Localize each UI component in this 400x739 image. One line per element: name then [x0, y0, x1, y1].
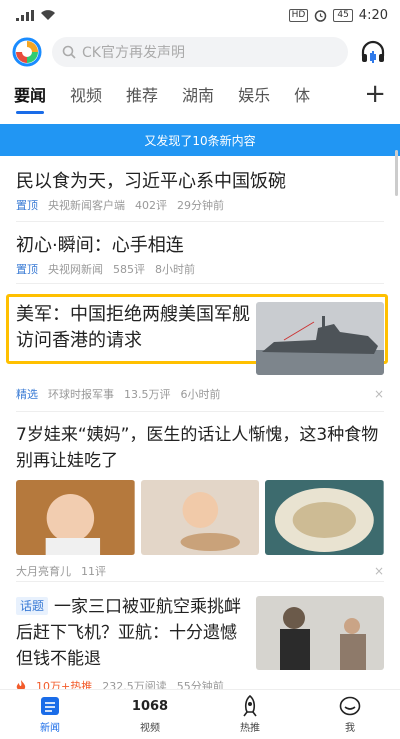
dismiss-button[interactable]: × [374, 387, 384, 401]
news-title: 7岁娃来“姨妈”，医生的话让人惭愧，这3种食物别再让娃吃了 [16, 425, 379, 471]
tab-entertainment[interactable]: 娱乐 [238, 82, 270, 106]
publish-time: 6小时前 [180, 388, 221, 401]
add-channel-button[interactable]: + [364, 81, 386, 107]
news-thumbnail-baby [16, 480, 135, 555]
news-source: 大月亮育儿 [16, 565, 71, 578]
tab-sports[interactable]: 体 [294, 82, 310, 106]
comment-count: 13.5万评 [124, 388, 171, 401]
comment-count: 402评 [135, 199, 167, 212]
pinned-tag: 置顶 [16, 263, 38, 276]
clock: 4:20 [358, 7, 388, 23]
news-item[interactable]: 话题 一家三口被亚航空乘挑衅后赶下飞机？亚航：十分遗憾 但钱不能退 10万+热推 … [16, 582, 384, 698]
search-icon [62, 45, 76, 59]
tab-headlines[interactable]: 要闻 [14, 82, 46, 114]
news-title: 美军：中国拒绝两艘美国军舰访问香港的请求 [16, 304, 250, 351]
news-thumbnail-warship [256, 302, 384, 375]
profile-icon [339, 696, 361, 716]
bottom-nav: 新闻 1068 视频 热推 我 [0, 689, 400, 739]
news-title: 一家三口被亚航空乘挑衅后赶下飞机？亚航：十分遗憾 但钱不能退 [16, 597, 242, 669]
news-icon [41, 697, 59, 715]
news-title: 民以食为天，习近平心系中国饭碗 [16, 171, 286, 192]
scrollbar[interactable] [395, 150, 398, 196]
video-count-icon: 1068 [131, 698, 169, 714]
search-bar[interactable]: CK官方再发声明 [52, 37, 348, 67]
pinned-tag: 置顶 [16, 199, 38, 212]
wifi-icon [41, 10, 55, 20]
channel-tabs: 要闻 视频 推荐 湖南 娱乐 体 + [0, 74, 400, 114]
battery-indicator: 45 [333, 8, 353, 22]
news-item[interactable]: 民以食为天，习近平心系中国饭碗 置顶 央视新闻客户端 402评 29分钟前 [16, 156, 384, 222]
news-source: 央视网新闻 [48, 263, 103, 276]
news-item[interactable]: 初心·瞬间：心手相连 置顶 央视网新闻 585评 8小时前 [16, 222, 384, 284]
nav-me[interactable]: 我 [300, 690, 400, 739]
tab-hunan[interactable]: 湖南 [182, 82, 214, 106]
nav-label: 热推 [240, 723, 260, 734]
news-source: 央视新闻客户端 [48, 199, 125, 212]
alarm-icon [315, 9, 327, 22]
nav-hot[interactable]: 热推 [200, 690, 300, 739]
comment-count: 11评 [81, 565, 106, 578]
comment-count: 585评 [113, 263, 145, 276]
publish-time: 29分钟前 [177, 199, 224, 212]
hd-indicator: HD [288, 8, 309, 22]
featured-tag: 精选 [16, 388, 38, 401]
app-header: CK官方再发声明 [0, 30, 400, 74]
news-source: 环球时报军事 [48, 388, 114, 401]
nav-news[interactable]: 新闻 [0, 690, 100, 739]
signal-icon [16, 9, 34, 21]
news-feed: 民以食为天，习近平心系中国饭碗 置顶 央视新闻客户端 402评 29分钟前 初心… [0, 156, 400, 698]
publish-time: 8小时前 [155, 263, 195, 276]
news-title: 初心·瞬间：心手相连 [16, 235, 184, 256]
tab-recommend[interactable]: 推荐 [126, 82, 158, 106]
nav-label: 新闻 [40, 723, 60, 734]
news-item[interactable]: 美军：中国拒绝两艘美国军舰访问香港的请求 精选 环球时报军事 13.5万评 6小… [6, 284, 388, 412]
news-thumbnail-noodles [265, 480, 385, 555]
nav-label: 我 [345, 723, 355, 734]
nav-label: 视频 [140, 723, 160, 734]
news-thumbnail-child-eating [140, 480, 260, 555]
news-item[interactable]: 7岁娃来“姨妈”，医生的话让人惭愧，这3种食物别再让娃吃了 大月亮育儿 11评 … [16, 412, 385, 582]
status-bar: HD 45 4:20 [0, 0, 400, 30]
new-content-banner[interactable]: 又发现了10条新内容 [0, 124, 400, 156]
tab-video[interactable]: 视频 [70, 82, 102, 106]
topic-badge: 话题 [16, 597, 49, 615]
search-placeholder: CK官方再发声明 [82, 45, 185, 61]
dismiss-button[interactable]: × [374, 564, 384, 578]
headphones-icon[interactable] [358, 37, 388, 67]
nav-video[interactable]: 1068 视频 [100, 690, 200, 739]
tencent-news-logo[interactable] [12, 37, 42, 67]
news-thumbnail-family [256, 596, 384, 670]
rocket-icon [243, 695, 257, 717]
